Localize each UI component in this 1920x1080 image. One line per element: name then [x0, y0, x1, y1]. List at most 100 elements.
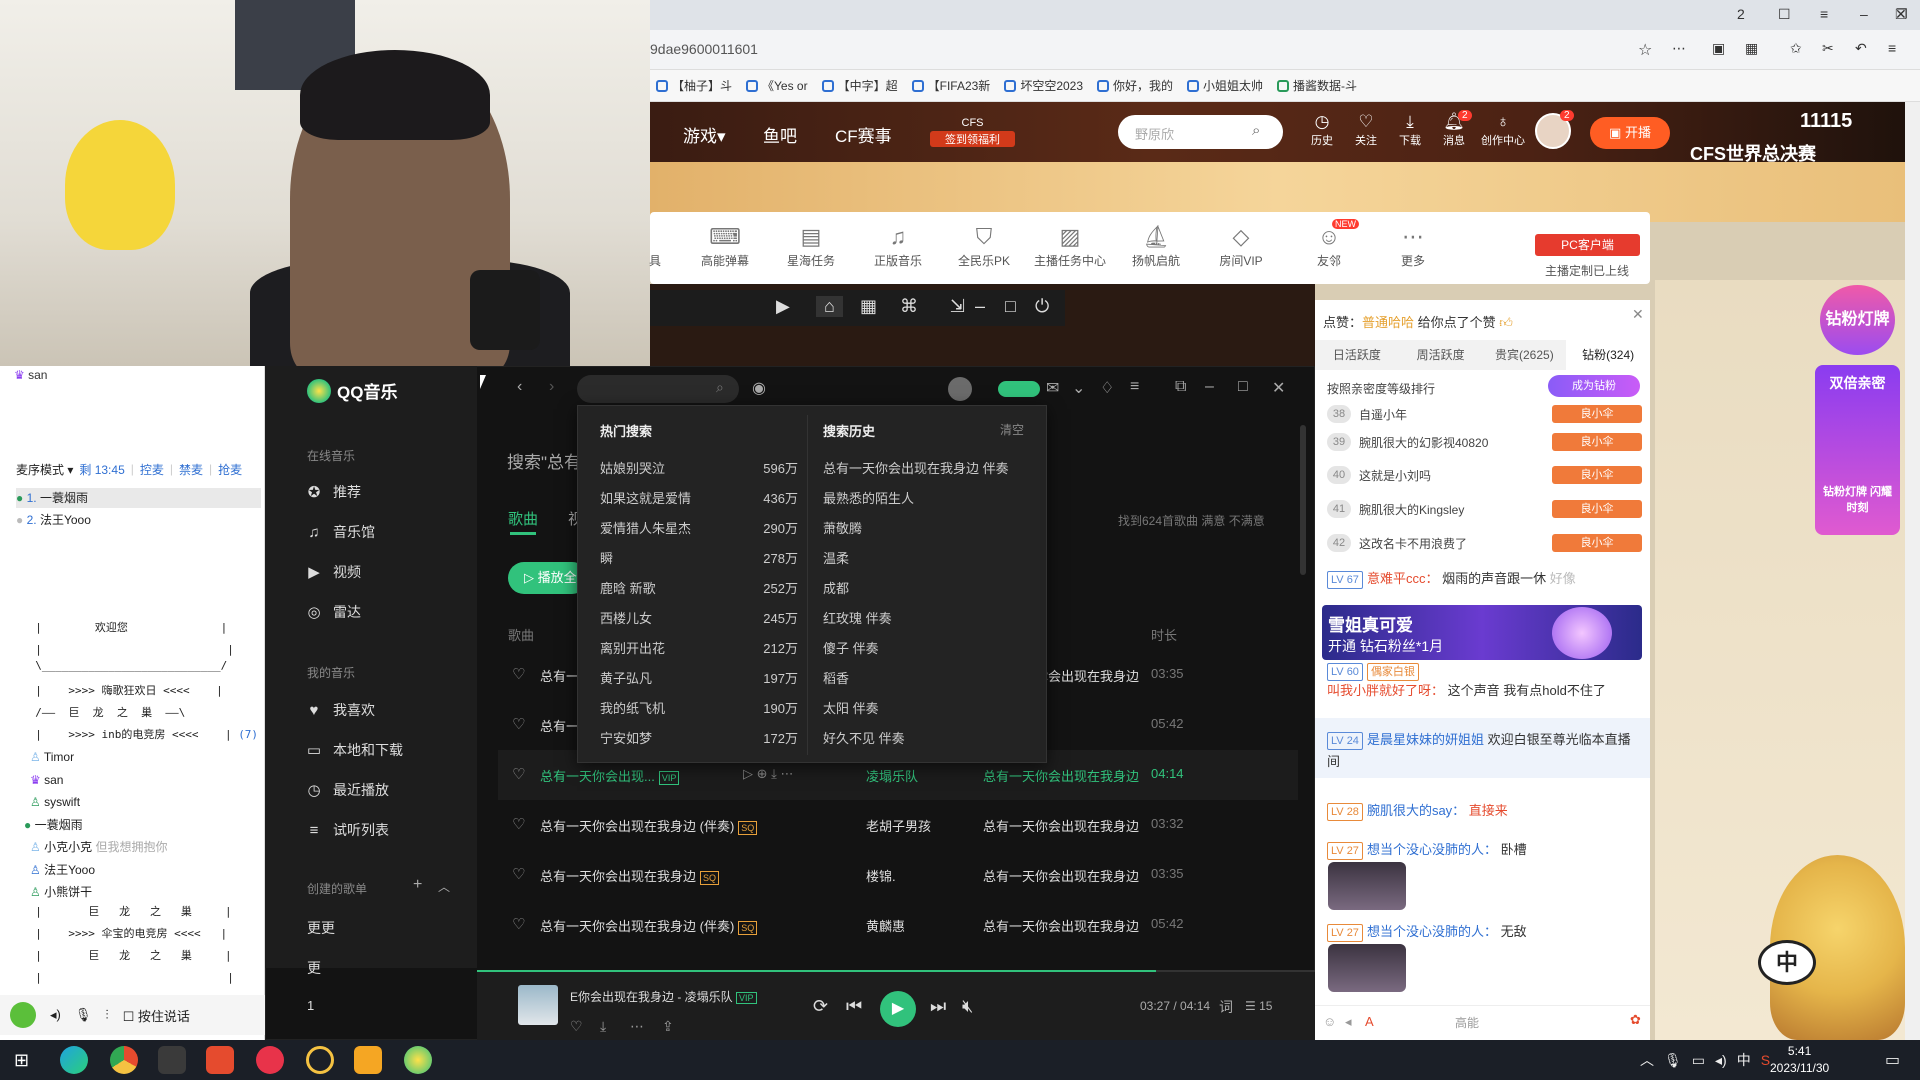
menu-icon[interactable]: ≡ [1820, 6, 1828, 22]
tool-pk[interactable]: ⛉ 全民乐PK [949, 222, 1019, 269]
undo-icon[interactable]: ↶ [1855, 40, 1867, 57]
bookmark-item[interactable]: 【柚子】斗 [656, 77, 732, 94]
previous-icon[interactable]: ⏮ [846, 996, 862, 1017]
close-icon[interactable]: ✕ [1272, 378, 1285, 398]
heart-icon[interactable]: ♡ [512, 715, 525, 733]
mini-mode-icon[interactable]: ⧉ [1175, 378, 1186, 396]
heart-icon[interactable]: ♡ [570, 1018, 583, 1035]
add-playlist-icon[interactable]: + [413, 876, 422, 894]
user-item[interactable]: ♙ 法王Yooo [30, 860, 95, 880]
heart-icon[interactable]: ♡ [512, 865, 525, 883]
volume-icon[interactable]: ◂) [1715, 1052, 1727, 1069]
download-icon[interactable]: ⤓ [600, 1018, 606, 1035]
rank-row[interactable]: 40 这就是小刘吗 良小伞 [1327, 461, 1642, 489]
playlist-item[interactable]: 1 [307, 998, 314, 1013]
bookmark-item[interactable]: 播酱数据-斗 [1277, 77, 1357, 94]
next-icon[interactable]: ⏭ [930, 996, 946, 1017]
history-item[interactable]: 傻子 伴奏 [823, 638, 879, 657]
pc-client-button[interactable]: PC客户端 [1535, 234, 1640, 256]
playlist-item[interactable]: 更 [307, 958, 321, 978]
queue-item[interactable]: ● 1. 一蓑烟雨 [16, 488, 261, 508]
record-icon[interactable]: ▶ [776, 296, 790, 317]
app-red-icon[interactable] [206, 1046, 234, 1074]
yy-icon[interactable] [306, 1046, 334, 1074]
rank-row[interactable]: 39 腕肌很大的幻影视40820 良小伞 [1327, 428, 1642, 456]
qqmusic-search-input[interactable] [577, 375, 739, 403]
home-icon[interactable]: ⌂ [816, 296, 843, 317]
bookmark-item[interactable]: 《Yes or [746, 77, 808, 94]
hot-search-item[interactable]: 瞬 278万 [600, 548, 798, 567]
search-icon[interactable]: ⌕ [716, 379, 724, 396]
history-item[interactable]: 总有一天你会出现在我身边 伴奏 [823, 458, 1009, 477]
tab-vip[interactable]: 贵宾(2625) [1483, 340, 1567, 370]
maximize-icon[interactable]: □ [1238, 378, 1248, 396]
grid-icon[interactable]: ▦ [860, 296, 877, 317]
hot-search-item[interactable]: 黄子弘凡 197万 [600, 668, 798, 687]
forward-icon[interactable]: › [549, 378, 554, 396]
sogou-icon[interactable]: S [1761, 1052, 1770, 1068]
speaker-icon[interactable]: ◂) [50, 1007, 61, 1023]
user-avatar[interactable] [948, 377, 972, 401]
channel-tree-row[interactable]: \___________________________/ [22, 655, 227, 677]
nav-cf-events[interactable]: CF赛事 [835, 122, 892, 147]
song-row[interactable]: ♡ 总有一天你会出现在我身边 (伴奏) SQ 黄麟惠 总有一天你会出现在我身边 0… [498, 900, 1298, 950]
tool-star-task[interactable]: ▤ 星海任务 [776, 222, 846, 269]
bookmark-item[interactable]: 你好，我的 [1097, 77, 1173, 94]
history-button[interactable]: ◷ 历史 [1302, 112, 1342, 148]
hot-search-item[interactable]: 如果这就是爱情 436万 [600, 488, 798, 507]
comment-icon[interactable]: ⋯ [630, 1018, 644, 1035]
lyrics-button[interactable]: 词 [1219, 997, 1233, 1017]
apps-icon[interactable]: ▦ [1745, 40, 1758, 57]
tools-icon[interactable]: ✂ [1822, 40, 1834, 57]
creator-center-button[interactable]: ♁ 创作中心 [1478, 112, 1528, 148]
rank-row[interactable]: 42 这改名卡不用浪费了 良小伞 [1327, 529, 1642, 557]
minimize-icon[interactable]: – [1205, 378, 1214, 396]
vip-badge[interactable] [998, 381, 1040, 397]
nav-local-download[interactable]: ▭ 本地和下载 [305, 740, 403, 760]
hot-search-item[interactable]: 姑娘别哭泣 596万 [600, 458, 798, 477]
song-row[interactable]: ♡ 总有一天你会出现在我身边 SQ 楼锦. 总有一天你会出现在我身边 03:35 [498, 850, 1298, 900]
ime-indicator[interactable]: 中 [1737, 1050, 1751, 1070]
channel-tree-row[interactable]: | >>>> 嗨歌狂欢日 <<<< | [22, 680, 222, 702]
emoji-icon[interactable]: ☺ [1323, 1014, 1336, 1029]
hot-search-item[interactable]: 爱情猎人朱星杰 290万 [600, 518, 798, 537]
yy-top-user[interactable]: ♛ san [14, 368, 47, 382]
tool-item[interactable]: 具 [640, 222, 670, 269]
nav-video[interactable]: ▶ 视频 [305, 562, 361, 582]
heart-icon[interactable]: ♡ [512, 815, 525, 833]
heart-icon[interactable]: ♡ [512, 765, 525, 783]
chrome-icon[interactable] [110, 1046, 138, 1074]
nav-trial-list[interactable]: ≡ 试听列表 [305, 820, 389, 840]
user-item[interactable]: ♙ 小熊饼干 [30, 882, 92, 902]
playlist-item[interactable]: 更更 [307, 918, 335, 938]
history-item[interactable]: 成都 [823, 578, 849, 597]
tab-diamond-fans[interactable]: 钻粉(324) [1566, 340, 1650, 370]
ban-mic-link[interactable]: 禁麦 [179, 461, 203, 478]
address-bar[interactable] [650, 30, 1920, 70]
tab-daily[interactable]: 日活跃度 [1315, 340, 1399, 370]
status-icon[interactable] [10, 1002, 36, 1028]
favorites-icon[interactable]: ✩ [1790, 40, 1802, 57]
hot-search-item[interactable]: 鹿晗 新歌 252万 [600, 578, 798, 597]
play-all-button[interactable]: ▷ 播放全部 [508, 562, 588, 594]
tool-music[interactable]: ♫ 正版音乐 [863, 222, 933, 269]
mute-icon[interactable]: 🔇︎ [962, 996, 973, 1017]
bookmark-item[interactable]: 小姐姐太帅 [1187, 77, 1263, 94]
high-energy-button[interactable]: 高能 [1455, 1014, 1479, 1031]
tool-room-vip[interactable]: ◇ 房间VIP [1206, 222, 1276, 269]
clock[interactable]: 5:41 2023/11/30 [1770, 1043, 1829, 1077]
qqmusic-taskbar-icon[interactable] [404, 1046, 432, 1074]
dropdown-icon[interactable]: ⌄ [1072, 378, 1085, 398]
mic-icon[interactable]: 🎙︎ [1664, 1052, 1682, 1069]
rank-row[interactable]: 41 腕肌很大的Kingsley 良小伞 [1327, 495, 1642, 523]
channel-tree-row[interactable]: | | [22, 967, 234, 989]
collapse-icon[interactable]: ⇲ [950, 296, 965, 317]
channel-tree-row[interactable]: | >>>> 伞宝的电竞房 <<<< | [22, 923, 227, 945]
tablet-icon[interactable] [158, 1046, 186, 1074]
hot-search-item[interactable]: 西楼儿女 245万 [600, 608, 798, 627]
user-item[interactable]: ♙ 小克小克 但我想拥抱你 [30, 837, 167, 857]
tab-songs[interactable]: 歌曲 [508, 508, 538, 529]
sidebar-icon[interactable]: ▣ [1712, 40, 1725, 57]
collapse-icon[interactable]: ︿ [438, 878, 450, 895]
tab-weekly[interactable]: 周活跃度 [1399, 340, 1483, 370]
